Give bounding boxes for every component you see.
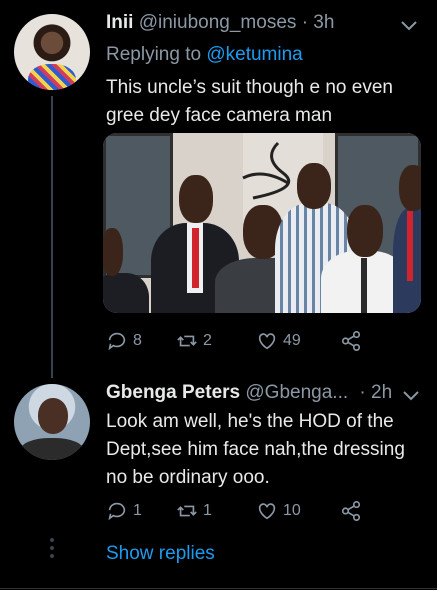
tweet-text-line: no be ordinary ooo. xyxy=(106,467,270,488)
avatar[interactable] xyxy=(14,384,90,460)
share-icon xyxy=(341,331,361,351)
display-name[interactable]: Inii xyxy=(106,12,133,33)
tweet-text-line: Dept,see him face nah,the dressing xyxy=(106,439,405,460)
share-button[interactable] xyxy=(340,500,362,522)
like-button[interactable]: 49 xyxy=(256,330,340,352)
tweet-text: Look am well, he's the HOD of the Dept,s… xyxy=(106,408,405,492)
photo-person xyxy=(347,205,383,257)
reply-icon xyxy=(108,332,126,351)
reply-button[interactable]: 1 xyxy=(106,500,176,522)
tweet-header: Gbenga Peters @Gbenga... · 2h xyxy=(106,382,392,404)
retweet-icon xyxy=(177,335,197,347)
divider xyxy=(0,588,437,589)
thread-connector-line xyxy=(51,96,53,378)
timestamp[interactable]: · 2h xyxy=(359,382,392,403)
avatar[interactable] xyxy=(14,14,90,90)
reply-icon xyxy=(108,502,126,521)
reply-button[interactable]: 8 xyxy=(106,330,176,352)
tweet-header: Inii @iniubong_moses · 3h xyxy=(106,12,334,34)
reply-count: 8 xyxy=(133,332,142,349)
photo-person xyxy=(297,163,331,209)
tweet-text: This uncle’s suit though e no even gree … xyxy=(106,74,393,130)
reply-count: 1 xyxy=(133,502,142,519)
heart-icon xyxy=(258,333,276,350)
retweet-icon xyxy=(177,505,197,517)
tweet-text-line: This uncle’s suit though e no even xyxy=(106,77,393,98)
thread-continuation-dots xyxy=(50,538,54,558)
tweet-actions: 1 1 10 xyxy=(106,500,362,522)
like-button[interactable]: 10 xyxy=(256,500,340,522)
share-button[interactable] xyxy=(340,330,362,352)
handle[interactable]: @Gbenga... xyxy=(245,382,348,403)
like-count: 10 xyxy=(283,502,301,519)
tweet-text-line: Look am well, he's the HOD of the xyxy=(106,411,394,432)
replying-to-label: Replying to xyxy=(106,44,202,65)
retweet-count: 1 xyxy=(203,502,212,519)
retweet-button[interactable]: 2 xyxy=(176,330,256,352)
photo-person xyxy=(179,175,213,223)
chevron-down-icon[interactable] xyxy=(400,18,418,32)
timestamp[interactable]: · 3h xyxy=(302,12,335,33)
tweet-text-line: gree dey face camera man xyxy=(106,105,333,126)
mention-link[interactable]: @ketumina xyxy=(206,44,302,65)
chevron-down-icon[interactable] xyxy=(402,388,420,402)
display-name[interactable]: Gbenga Peters xyxy=(106,382,240,403)
show-replies-link[interactable]: Show replies xyxy=(106,543,215,565)
share-icon xyxy=(341,501,361,521)
tweet-photo[interactable] xyxy=(103,133,421,313)
tweet-actions: 8 2 49 xyxy=(106,330,362,352)
like-count: 49 xyxy=(283,332,301,349)
heart-icon xyxy=(258,503,276,520)
handle[interactable]: @iniubong_moses xyxy=(139,12,297,33)
photo-person xyxy=(103,228,123,276)
photo-person xyxy=(103,273,149,313)
replying-to: Replying to @ketumina xyxy=(106,44,303,66)
retweet-count: 2 xyxy=(203,332,212,349)
retweet-button[interactable]: 1 xyxy=(176,500,256,522)
photo-person xyxy=(399,165,421,211)
